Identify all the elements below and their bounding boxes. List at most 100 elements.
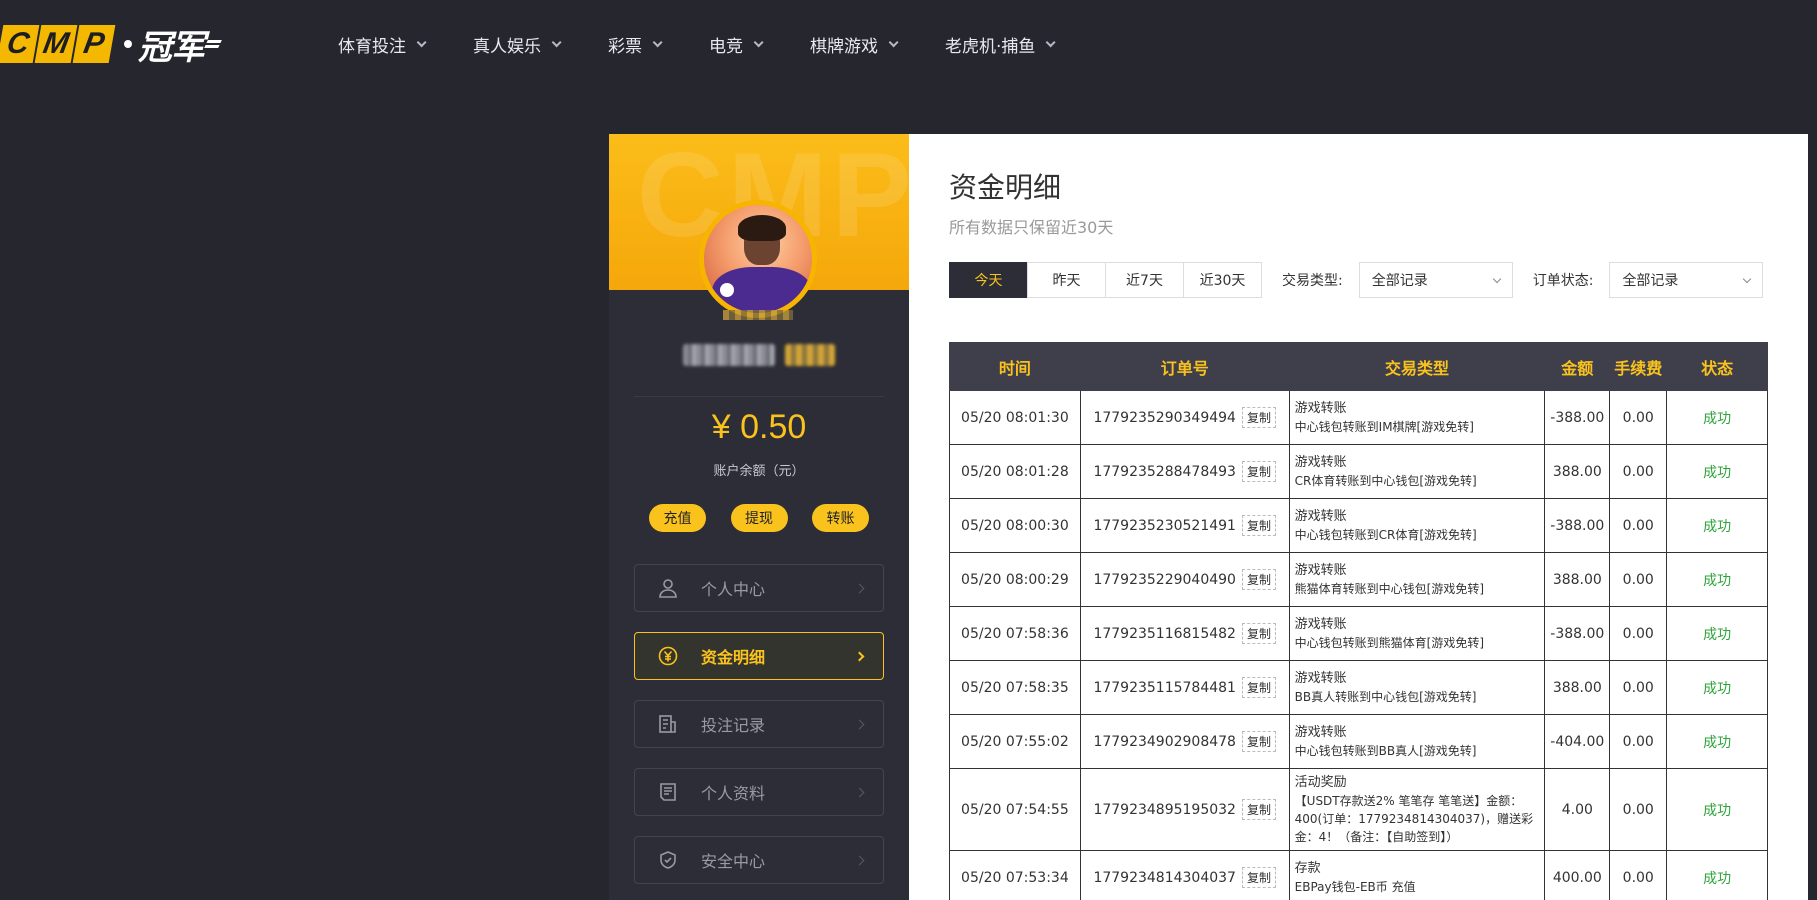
cell-time: 05/20 07:58:35 bbox=[949, 660, 1081, 715]
copy-button[interactable]: 复制 bbox=[1241, 677, 1276, 698]
nav-lottery[interactable]: 彩票 bbox=[608, 32, 663, 57]
table-row: 05/20 07:58:36 1779235116815482 复制 游戏转账 中心… bbox=[949, 606, 1768, 661]
table-row: 05/20 07:55:02 1779234902908478 复制 游戏转账 中心… bbox=[949, 714, 1768, 769]
status-badge: 成功 bbox=[1703, 572, 1732, 589]
order-status-value: 全部记录 bbox=[1622, 273, 1679, 289]
copy-button[interactable]: 复制 bbox=[1241, 867, 1276, 888]
chevron-down-icon bbox=[652, 36, 663, 47]
sidebar-item-bet-records[interactable]: 投注记录 bbox=[634, 700, 884, 748]
copy-button[interactable]: 复制 bbox=[1241, 407, 1276, 428]
nav-sports[interactable]: 体育投注 bbox=[338, 32, 427, 57]
sidebar-item-profile[interactable]: 个人资料 bbox=[634, 768, 884, 816]
transaction-type-select[interactable]: 全部记录 bbox=[1358, 262, 1513, 298]
table-row: 05/20 08:00:29 1779235229040490 复制 游戏转账 熊猫… bbox=[949, 552, 1768, 607]
tab-last-30-days[interactable]: 近30天 bbox=[1183, 262, 1262, 298]
type-detail: BB真人转账到中心钱包[游戏免转] bbox=[1294, 690, 1477, 704]
cell-order: 1779235290349494 复制 bbox=[1079, 390, 1290, 445]
balance-label: 账户余额（元） bbox=[713, 464, 805, 479]
cell-type: 活动奖励 【USDT存款送2% 笔笔存 笔笔送】金额：400(订单：1779234… bbox=[1288, 768, 1546, 851]
copy-button[interactable]: 复制 bbox=[1241, 569, 1276, 590]
col-header-amount: 金额 bbox=[1544, 342, 1611, 391]
status-badge: 成功 bbox=[1703, 626, 1732, 643]
sidebar-item-label: 资金明细 bbox=[701, 648, 766, 667]
withdraw-button[interactable]: 提现 bbox=[730, 504, 788, 532]
logo-dot bbox=[124, 40, 132, 48]
order-status-select[interactable]: 全部记录 bbox=[1609, 262, 1764, 298]
nav-label: 棋牌游戏 bbox=[810, 36, 878, 57]
order-number: 1779235115784481 bbox=[1093, 679, 1236, 696]
cell-status: 成功 bbox=[1666, 498, 1768, 553]
cell-order: 1779235229040490 复制 bbox=[1079, 552, 1290, 607]
cell-amount: -388.00 bbox=[1544, 606, 1611, 661]
username-blurred bbox=[609, 344, 909, 366]
type-detail: 中心钱包转账到BB真人[游戏免转] bbox=[1294, 744, 1477, 758]
cell-status: 成功 bbox=[1666, 714, 1768, 769]
status-badge: 成功 bbox=[1703, 680, 1732, 697]
copy-button[interactable]: 复制 bbox=[1241, 461, 1276, 482]
blurred-username bbox=[683, 344, 775, 366]
deposit-button[interactable]: 充值 bbox=[649, 504, 706, 532]
copy-button[interactable]: 复制 bbox=[1241, 623, 1276, 644]
cell-status: 成功 bbox=[1666, 850, 1768, 900]
sidebar-item-security[interactable]: 安全中心 bbox=[634, 836, 884, 884]
site-logo[interactable]: C M P 冠军 bbox=[0, 24, 250, 68]
avatar-hair bbox=[738, 215, 786, 241]
cell-time: 05/20 07:58:36 bbox=[949, 606, 1081, 661]
cell-type: 游戏转账 熊猫体育转账到中心钱包[游戏免转] bbox=[1288, 552, 1546, 607]
nav-label: 彩票 bbox=[608, 36, 642, 57]
cell-type: 游戏转账 CR体育转账到中心钱包[游戏免转] bbox=[1288, 444, 1546, 499]
top-bar: C M P 冠军 体育投注 真人娱乐 彩票 电竞 棋牌游戏 老虎机·捕鱼 bbox=[0, 0, 1817, 88]
cell-status: 成功 bbox=[1666, 390, 1768, 445]
wallet-actions: 充值 提现 转账 bbox=[649, 504, 869, 532]
cell-time: 05/20 07:53:34 bbox=[949, 850, 1081, 900]
page-title: 资金明细 bbox=[949, 171, 1062, 204]
main-nav: 体育投注 真人娱乐 彩票 电竞 棋牌游戏 老虎机·捕鱼 bbox=[338, 0, 1102, 88]
nav-live-casino[interactable]: 真人娱乐 bbox=[473, 32, 562, 57]
table-row: 05/20 07:54:55 1779234895195032 复制 活动奖励 【U… bbox=[949, 768, 1768, 851]
type-main: 游戏转账 bbox=[1294, 617, 1347, 632]
cell-order: 1779235116815482 复制 bbox=[1079, 606, 1290, 661]
nav-card-games[interactable]: 棋牌游戏 bbox=[810, 32, 899, 57]
chevron-right-icon bbox=[854, 583, 865, 594]
nav-label: 真人娱乐 bbox=[473, 36, 541, 57]
copy-button[interactable]: 复制 bbox=[1241, 799, 1276, 820]
cell-time: 05/20 08:00:29 bbox=[949, 552, 1081, 607]
cell-fee: 0.00 bbox=[1609, 390, 1668, 445]
copy-button[interactable]: 复制 bbox=[1241, 731, 1276, 752]
nav-label: 老虎机·捕鱼 bbox=[945, 36, 1036, 57]
yuan-circle-icon bbox=[657, 645, 679, 667]
col-header-type: 交易类型 bbox=[1288, 342, 1546, 391]
logo-letter-m: M bbox=[34, 25, 78, 63]
fund-records-table: 时间 订单号 交易类型 金额 手续费 状态 05/20 08:01:30 177… bbox=[949, 342, 1768, 900]
cell-type: 游戏转账 中心钱包转账到IM棋牌[游戏免转] bbox=[1288, 390, 1546, 445]
chevron-down-icon bbox=[1743, 274, 1752, 284]
chevron-down-icon bbox=[888, 36, 899, 47]
blurred-vip-tag bbox=[785, 344, 835, 366]
type-main: 活动奖励 bbox=[1294, 775, 1347, 790]
nav-esports[interactable]: 电竞 bbox=[709, 32, 764, 57]
copy-button[interactable]: 复制 bbox=[1241, 515, 1276, 536]
logo-letter-c: C bbox=[0, 25, 40, 63]
transfer-button[interactable]: 转账 bbox=[812, 504, 869, 532]
tab-yesterday[interactable]: 昨天 bbox=[1027, 262, 1106, 298]
cell-fee: 0.00 bbox=[1609, 606, 1668, 661]
tab-last-7-days[interactable]: 近7天 bbox=[1105, 262, 1184, 298]
nav-slots-fishing[interactable]: 老虎机·捕鱼 bbox=[945, 32, 1056, 57]
col-header-fee: 手续费 bbox=[1609, 342, 1668, 391]
cell-fee: 0.00 bbox=[1609, 714, 1668, 769]
cell-type: 游戏转账 BB真人转账到中心钱包[游戏免转] bbox=[1288, 660, 1546, 715]
avatar[interactable] bbox=[699, 200, 817, 318]
type-main: 游戏转账 bbox=[1294, 509, 1347, 524]
chevron-right-icon bbox=[854, 787, 865, 798]
type-main: 游戏转账 bbox=[1294, 563, 1347, 578]
cell-amount: -388.00 bbox=[1544, 390, 1611, 445]
cell-amount: 388.00 bbox=[1544, 444, 1611, 499]
order-number: 1779234814304037 bbox=[1093, 869, 1236, 886]
tab-today[interactable]: 今天 bbox=[949, 262, 1028, 298]
sidebar-item-personal-center[interactable]: 个人中心 bbox=[634, 564, 884, 612]
status-badge: 成功 bbox=[1703, 410, 1732, 427]
status-badge: 成功 bbox=[1703, 802, 1732, 819]
cell-time: 05/20 08:00:30 bbox=[949, 498, 1081, 553]
sidebar-item-fund-details[interactable]: 资金明细 bbox=[634, 632, 884, 680]
cell-amount: -404.00 bbox=[1544, 714, 1611, 769]
